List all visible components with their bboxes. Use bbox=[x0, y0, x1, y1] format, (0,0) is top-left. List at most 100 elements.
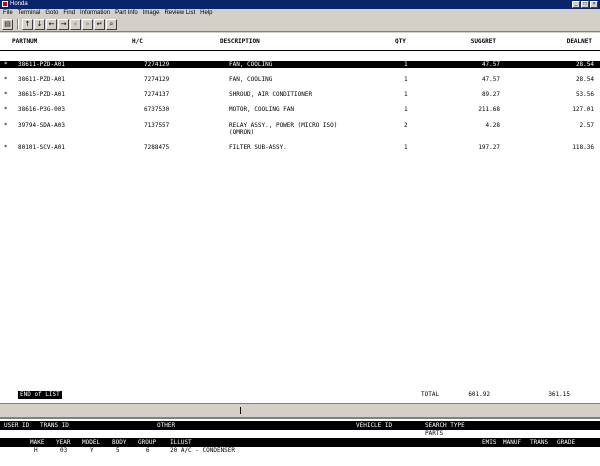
row-description-line2: (OMRON) bbox=[229, 129, 255, 136]
enter-icon[interactable]: ↵ bbox=[94, 19, 105, 30]
search-type-value: PARTS bbox=[425, 430, 444, 437]
menu-part-info[interactable]: Part Info bbox=[115, 9, 138, 18]
label-trans: TRANS bbox=[530, 439, 549, 446]
row-description: FILTER SUB-ASSY. bbox=[229, 144, 287, 151]
row-mark: * bbox=[4, 122, 8, 129]
panel-splitter[interactable] bbox=[0, 403, 600, 417]
row-hc: 7274137 bbox=[144, 91, 170, 98]
value-make: H bbox=[34, 447, 38, 454]
terminal-screen: PARTNUM H/C DESCRIPTION QTY SUGGRET DEAL… bbox=[0, 33, 600, 403]
menu-image[interactable]: Image bbox=[143, 9, 160, 18]
row-mark: * bbox=[4, 144, 8, 151]
title-bar: Honda _ □ × bbox=[0, 0, 600, 9]
row-mark: * bbox=[4, 91, 8, 98]
total-label: TOTAL bbox=[421, 391, 440, 398]
row-dealnet: 2.57 bbox=[579, 122, 594, 129]
row-partnum: 38611-PZD-A01 bbox=[18, 61, 65, 68]
status-panel: USER ID TRANS ID OTHER VEHICLE ID SEARCH… bbox=[0, 417, 600, 466]
window-title: Honda bbox=[10, 1, 28, 7]
label-emis: EMIS bbox=[482, 439, 497, 446]
row-suggret: 197.27 bbox=[478, 144, 500, 151]
row-suggret: 211.68 bbox=[478, 106, 500, 113]
table-row[interactable]: * 80101-SCV-A01 7288475 FILTER SUB-ASSY.… bbox=[0, 144, 600, 151]
total-suggret: 601.92 bbox=[468, 391, 490, 398]
row-partnum: 39794-SDA-A03 bbox=[18, 122, 65, 129]
magnifier-icon[interactable]: ⌕ bbox=[106, 19, 117, 30]
label-group: GROUP bbox=[138, 439, 157, 446]
table-row[interactable]: * 38611-PZD-A01 7274129 FAN, COOLING 1 4… bbox=[0, 61, 600, 68]
row-dealnet: 118.36 bbox=[572, 144, 594, 151]
value-illust: 20 A/C - CONDENSER bbox=[170, 447, 236, 454]
header-description: DESCRIPTION bbox=[220, 38, 260, 45]
first-page-icon[interactable]: « bbox=[70, 19, 81, 30]
row-qty: 2 bbox=[404, 122, 408, 129]
row-qty: 1 bbox=[404, 91, 408, 98]
header-divider bbox=[0, 50, 600, 51]
label-manuf: MANUF bbox=[503, 439, 522, 446]
label-other: OTHER bbox=[157, 422, 176, 429]
header-suggret: SUGGRET bbox=[470, 38, 496, 45]
left-arrow-icon[interactable]: ← bbox=[46, 19, 57, 30]
row-description: FAN, COOLING bbox=[229, 76, 273, 83]
row-hc: 7137557 bbox=[144, 122, 170, 129]
row-suggret: 47.57 bbox=[481, 76, 500, 83]
menu-review-list[interactable]: Review List bbox=[164, 9, 195, 18]
row-partnum: 38615-PZD-A01 bbox=[18, 91, 65, 98]
menu-file[interactable]: File bbox=[3, 9, 13, 18]
header-qty: QTY bbox=[395, 38, 406, 45]
menu-terminal[interactable]: Terminal bbox=[18, 9, 41, 18]
menu-bar: File Terminal Goto Find Information Part… bbox=[0, 9, 600, 18]
header-dealnet: DEALNET bbox=[566, 38, 592, 45]
row-partnum: 38611-PZD-A01 bbox=[18, 76, 65, 83]
menu-help[interactable]: Help bbox=[200, 9, 212, 18]
value-model: Y bbox=[90, 447, 94, 454]
menu-find[interactable]: Find bbox=[63, 9, 75, 18]
printer-icon[interactable]: ▤ bbox=[2, 19, 13, 30]
table-header: PARTNUM H/C DESCRIPTION QTY SUGGRET DEAL… bbox=[0, 37, 600, 47]
minimize-button[interactable]: _ bbox=[572, 1, 580, 8]
label-vehicle-id: VEHICLE ID bbox=[356, 422, 393, 429]
status-header-bar: USER ID TRANS ID OTHER VEHICLE ID SEARCH… bbox=[0, 421, 600, 430]
row-suggret: 4.28 bbox=[485, 122, 500, 129]
row-hc: 7288475 bbox=[144, 144, 170, 151]
total-dealnet: 361.15 bbox=[548, 391, 570, 398]
down-arrow-icon[interactable]: ↓ bbox=[34, 19, 45, 30]
row-description: FAN, COOLING bbox=[229, 61, 273, 68]
row-dealnet: 28.54 bbox=[575, 76, 594, 83]
label-body: BODY bbox=[112, 439, 127, 446]
value-body: 5 bbox=[116, 447, 120, 454]
close-button[interactable]: × bbox=[590, 1, 598, 8]
right-arrow-icon[interactable]: → bbox=[58, 19, 69, 30]
splitter-handle[interactable] bbox=[240, 407, 241, 414]
label-model: MODEL bbox=[82, 439, 101, 446]
value-group: 6 bbox=[146, 447, 150, 454]
table-row[interactable]: * 39794-SDA-A03 7137557 RELAY ASSY., POW… bbox=[0, 122, 600, 136]
label-search-type: SEARCH TYPE bbox=[425, 422, 465, 429]
end-of-list-marker: END of LIST bbox=[18, 391, 62, 399]
toolbar-separator bbox=[17, 19, 19, 30]
row-partnum: 38616-P3G-003 bbox=[18, 106, 65, 113]
table-row[interactable]: * 38611-PZD-A01 7274129 FAN, COOLING 1 4… bbox=[0, 76, 600, 83]
menu-information[interactable]: Information bbox=[80, 9, 110, 18]
row-hc: 7274129 bbox=[144, 76, 170, 83]
row-suggret: 47.57 bbox=[481, 61, 500, 68]
label-make: MAKE bbox=[30, 439, 45, 446]
row-dealnet: 127.01 bbox=[572, 106, 594, 113]
table-row[interactable]: * 38615-PZD-A01 7274137 SHROUD, AIR COND… bbox=[0, 91, 600, 98]
menu-goto[interactable]: Goto bbox=[45, 9, 58, 18]
maximize-button[interactable]: □ bbox=[581, 1, 589, 8]
row-qty: 1 bbox=[404, 76, 408, 83]
toolbar: ▤ ↑ ↓ ← → « » ↵ ⌕ bbox=[0, 18, 600, 32]
row-qty: 1 bbox=[404, 144, 408, 151]
last-page-icon[interactable]: » bbox=[82, 19, 93, 30]
header-hc: H/C bbox=[132, 38, 143, 45]
row-dealnet: 53.56 bbox=[575, 91, 594, 98]
vehicle-header-bar: MAKE YEAR MODEL BODY GROUP ILLUST EMIS M… bbox=[0, 438, 600, 447]
label-trans-id: TRANS ID bbox=[40, 422, 69, 429]
row-description: RELAY ASSY., POWER (MICRO ISO) bbox=[229, 122, 338, 129]
up-arrow-icon[interactable]: ↑ bbox=[22, 19, 33, 30]
table-row[interactable]: * 38616-P3G-003 6737530 MOTOR, COOLING F… bbox=[0, 106, 600, 113]
row-mark: * bbox=[4, 61, 8, 68]
row-description: MOTOR, COOLING FAN bbox=[229, 106, 295, 113]
search-type-row: PARTS bbox=[0, 430, 600, 438]
